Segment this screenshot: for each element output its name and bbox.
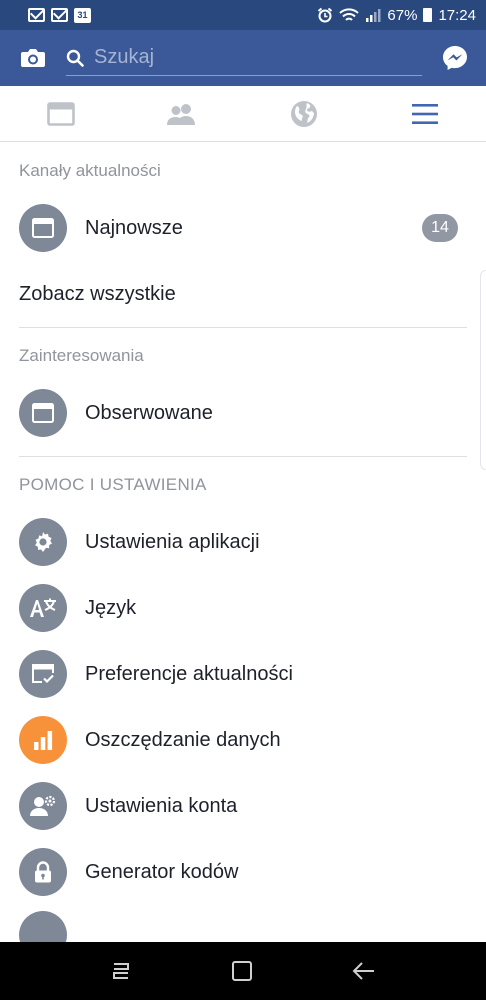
signal-icon xyxy=(366,9,381,22)
tab-notifications[interactable] xyxy=(243,86,365,141)
tab-news-feed[interactable] xyxy=(0,86,122,141)
menu-item-partial[interactable] xyxy=(0,911,486,942)
menu-item-label: Oszczędzanie danych xyxy=(85,728,281,751)
news-feed-icon xyxy=(46,101,75,126)
menu-item-code-generator[interactable]: Generator kodów xyxy=(0,839,486,905)
menu-item-data-saver[interactable]: Oszczędzanie danych xyxy=(0,707,486,773)
menu-item-latest[interactable]: Najnowsze 14 xyxy=(0,195,486,261)
section-header-help-settings: POMOC I USTAWIENIA xyxy=(19,475,207,494)
hamburger-icon xyxy=(412,103,439,124)
section-header-feeds: Kanały aktualności xyxy=(19,161,161,180)
menu-item-label: Generator kodów xyxy=(85,860,239,883)
feed-icon xyxy=(19,204,67,252)
menu-item-label: Ustawienia konta xyxy=(85,794,238,817)
status-bar: 31 67% 17:24 xyxy=(0,0,486,30)
lock-icon xyxy=(19,848,67,896)
app-header: Szukaj xyxy=(0,30,486,86)
back-icon[interactable] xyxy=(352,961,376,981)
search-icon xyxy=(66,49,84,67)
battery-icon xyxy=(423,8,433,22)
tab-menu[interactable] xyxy=(365,86,486,141)
menu-item-feed-preferences[interactable]: Preferencje aktualności xyxy=(0,641,486,707)
account-settings-icon xyxy=(19,782,67,830)
clock: 17:24 xyxy=(438,6,476,24)
gmail-notification-icon xyxy=(51,8,68,22)
android-nav-bar xyxy=(0,942,486,1000)
calendar-notification-icon: 31 xyxy=(74,7,91,23)
count-badge: 14 xyxy=(422,214,458,242)
menu-item-app-settings[interactable]: Ustawienia aplikacji xyxy=(0,509,486,575)
search-input[interactable]: Szukaj xyxy=(66,40,422,76)
wifi-icon xyxy=(339,8,360,21)
camera-icon[interactable] xyxy=(20,47,46,69)
gmail-notification-icon xyxy=(28,8,45,22)
recent-apps-icon[interactable] xyxy=(110,961,132,981)
menu-item-icon xyxy=(19,911,67,942)
friends-icon xyxy=(167,103,196,125)
bar-chart-icon xyxy=(19,716,67,764)
search-placeholder: Szukaj xyxy=(94,46,155,68)
menu-item-label: Najnowsze xyxy=(85,216,183,239)
globe-icon xyxy=(290,100,317,127)
feed-preferences-icon xyxy=(19,650,67,698)
menu-item-language[interactable]: Język xyxy=(0,575,486,641)
menu-item-following[interactable]: Obserwowane xyxy=(0,380,486,446)
menu-item-label: Język xyxy=(85,596,137,619)
tab-bar xyxy=(0,86,486,142)
see-all-link[interactable]: Zobacz wszystkie xyxy=(0,261,486,327)
menu-item-label: Preferencje aktualności xyxy=(85,662,293,685)
scroll-indicator xyxy=(480,270,486,470)
home-icon[interactable] xyxy=(231,960,253,982)
menu-item-label: Obserwowane xyxy=(85,401,213,424)
gear-icon xyxy=(19,518,67,566)
battery-percent: 67% xyxy=(387,6,418,24)
translate-icon xyxy=(19,584,67,632)
tab-friends[interactable] xyxy=(122,86,244,141)
section-header-interests: Zainteresowania xyxy=(19,346,144,365)
menu-item-label: Ustawienia aplikacji xyxy=(85,530,260,553)
alarm-icon xyxy=(318,7,333,23)
menu-item-account-settings[interactable]: Ustawienia konta xyxy=(0,773,486,839)
messenger-icon[interactable] xyxy=(442,45,468,71)
feed-icon xyxy=(19,389,67,437)
menu-list: Kanały aktualności Najnowsze 14 Zobacz w… xyxy=(0,143,486,942)
